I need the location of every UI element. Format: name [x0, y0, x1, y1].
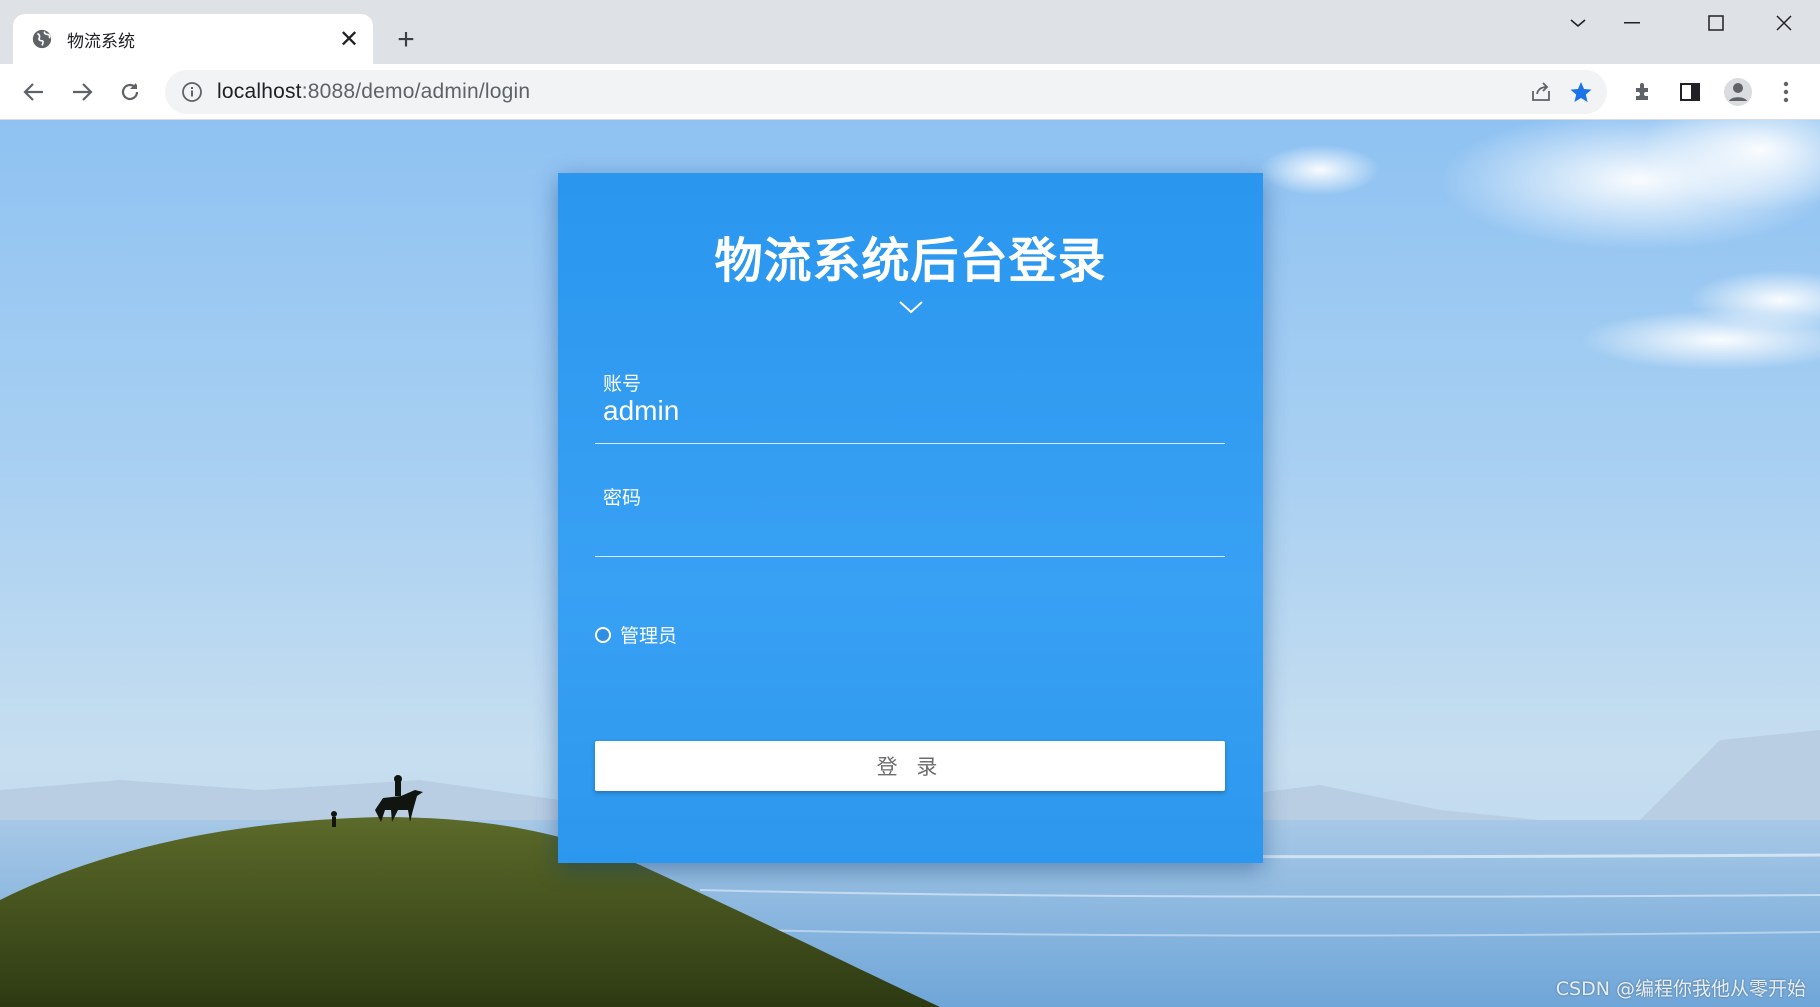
site-info-icon[interactable]	[181, 81, 203, 103]
page-viewport: 物流系统后台登录 账号 密码 管理员 登 录 CSDN @编程你我他从零开始	[0, 120, 1820, 1007]
url-path: :8088/demo/admin/login	[301, 80, 531, 103]
radio-button[interactable]	[595, 626, 611, 643]
login-card: 物流系统后台登录 账号 密码 管理员 登 录	[558, 173, 1263, 863]
account-field[interactable]: 账号	[595, 369, 1225, 469]
profile-avatar-icon[interactable]	[1718, 72, 1758, 112]
browser-toolbar: localhost:8088/demo/admin/login	[0, 64, 1820, 120]
forward-arrow-icon[interactable]	[62, 72, 102, 112]
password-field[interactable]: 密码	[595, 483, 1225, 583]
url-text[interactable]: localhost:8088/demo/admin/login	[217, 80, 1521, 104]
close-window-icon[interactable]	[1756, 0, 1812, 46]
password-underline	[595, 556, 1225, 557]
globe-icon	[32, 29, 52, 49]
account-underline	[595, 443, 1225, 444]
extensions-icon[interactable]	[1623, 72, 1663, 112]
browser-menu-icon[interactable]	[1766, 72, 1806, 112]
tab-close-icon[interactable]: ✕	[329, 19, 369, 59]
address-bar[interactable]: localhost:8088/demo/admin/login	[165, 70, 1607, 114]
login-title: 物流系统后台登录	[714, 233, 1107, 289]
new-tab-button[interactable]: +	[386, 20, 426, 60]
tab-search-icon[interactable]	[1550, 0, 1606, 46]
watermark: CSDN @编程你我他从零开始	[1555, 978, 1806, 1000]
role-radio-admin[interactable]: 管理员	[595, 621, 677, 648]
browser-tab[interactable]: 物流系统 ✕	[13, 14, 373, 64]
account-input[interactable]	[603, 395, 1213, 427]
tab-title: 物流系统	[67, 31, 135, 51]
back-arrow-icon[interactable]	[14, 72, 54, 112]
side-panel-icon[interactable]	[1670, 72, 1710, 112]
url-host: localhost	[217, 80, 302, 103]
chevron-down-icon	[899, 301, 923, 314]
login-button[interactable]: 登 录	[595, 741, 1225, 791]
share-icon[interactable]	[1521, 72, 1561, 112]
bookmark-star-icon[interactable]	[1561, 72, 1601, 112]
maximize-icon[interactable]	[1688, 0, 1744, 46]
browser-tab-bar: 物流系统 ✕ +	[0, 0, 1820, 64]
account-label: 账号	[603, 373, 642, 395]
role-label-admin: 管理员	[620, 625, 678, 647]
password-input[interactable]	[603, 509, 1213, 541]
minimize-icon[interactable]	[1604, 0, 1660, 46]
password-label: 密码	[603, 487, 642, 509]
reload-icon[interactable]	[110, 72, 150, 112]
